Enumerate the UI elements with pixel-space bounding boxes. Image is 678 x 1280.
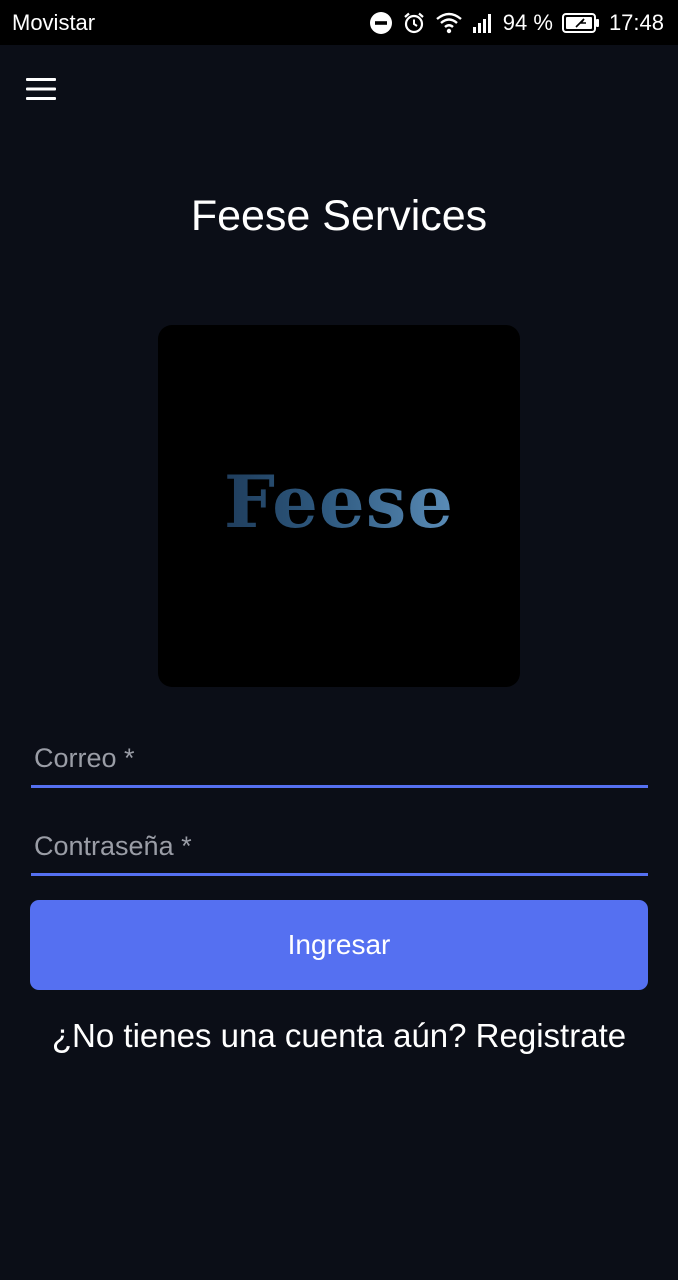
do-not-disturb-icon	[369, 11, 393, 35]
logo-text: Feese	[223, 458, 455, 544]
battery-icon	[561, 12, 600, 33]
signal-icon	[472, 12, 494, 34]
page-title: Feese Services	[190, 192, 488, 240]
status-icons: 94 % 17:48	[369, 10, 664, 36]
menu-button[interactable]	[24, 74, 58, 108]
clock: 17:48	[608, 9, 664, 35]
login-button[interactable]: Ingresar	[30, 900, 648, 990]
alarm-icon	[402, 11, 426, 35]
password-field-container	[31, 820, 648, 876]
battery-percent: 94 %	[502, 9, 553, 35]
password-field[interactable]	[31, 820, 648, 876]
status-bar: Movistar 94 % 17:48	[0, 0, 678, 45]
carrier-name: Movistar	[12, 9, 96, 35]
hamburger-menu-icon	[26, 77, 56, 106]
email-field-container	[31, 732, 648, 788]
register-link[interactable]: ¿No tienes una cuenta aún? Registrate	[0, 1017, 678, 1055]
wifi-icon	[435, 11, 463, 35]
email-field[interactable]	[31, 732, 648, 788]
logo: Feese	[158, 325, 520, 687]
